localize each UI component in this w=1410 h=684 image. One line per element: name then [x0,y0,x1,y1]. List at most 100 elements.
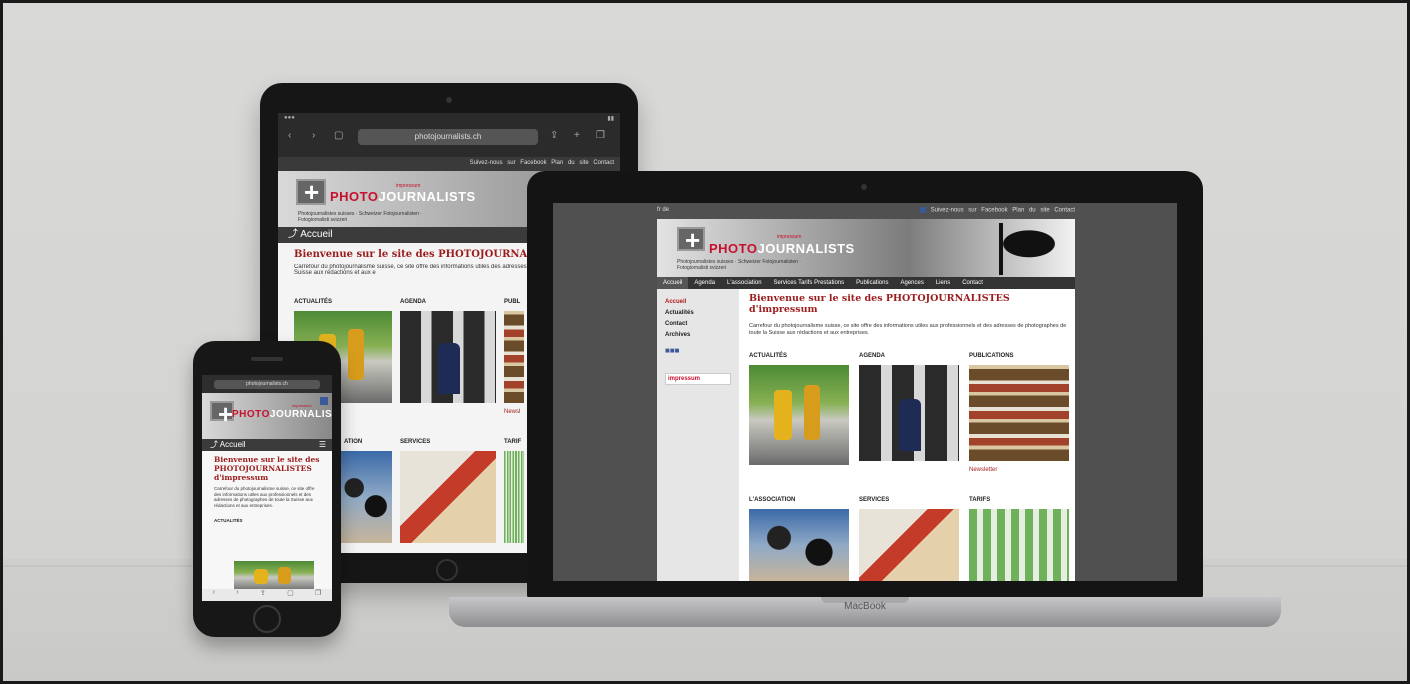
sidebar-impressum-logo[interactable]: impressum [665,373,731,385]
tarifs-photo[interactable] [504,451,524,543]
photographer-silhouette-image [969,223,1069,275]
laptop-section-title: ACTUALITÉS [749,353,787,359]
laptop-camera [861,184,867,190]
forward-icon[interactable]: › [236,589,238,601]
phone-browser-toolbar: ‹ › ⇪ ▢ ❐ [202,589,332,601]
scene-frame: ●●● ▮▮ ‹ › ▢ photojournalists.ch ⇪ + ❐ Su… [0,0,1410,684]
nav-item-accueil[interactable]: Accueil [657,277,689,289]
tablet-section-title: ATION [344,439,363,445]
phone-speaker [251,357,283,361]
bookmarks-icon[interactable]: ▢ [287,589,294,601]
phone-browser-bar: photojournalists.ch [202,375,332,393]
phone-logo[interactable]: PHOTOJOURNALISTS [232,409,332,420]
nav-item-association[interactable]: L'association [721,277,768,289]
tablet-section-title: ACTUALITÉS [294,299,332,305]
association-photo[interactable] [749,509,849,581]
phone-device: photojournalists.ch PHOTOJOURNALISTS imp… [193,341,341,637]
phone-welcome: Bienvenue sur le site des PHOTOJOURNALIS… [214,455,320,482]
phone-home-button[interactable] [253,605,281,633]
tablet-logo-impressum: impressum [396,183,421,189]
top-links[interactable]: Suivez-nous sur Facebook Plan du site Co… [919,207,1075,214]
tablet-camera [446,97,452,103]
nav-item-services[interactable]: Services Tarifs Prestations [768,277,851,289]
logo-cross-icon [296,177,326,208]
services-photo[interactable] [859,509,959,581]
tarifs-photo[interactable] [969,509,1069,581]
laptop-brand-label: MacBook [844,601,886,612]
agenda-photo[interactable] [400,311,496,403]
tablet-status-bar: ●●● ▮▮ [284,115,614,122]
laptop-section-title: TARIFS [969,497,991,503]
tablet-home-button[interactable] [436,559,458,581]
laptop-section-title: AGENDA [859,353,886,359]
tablet-logo[interactable]: PHOTOJOURNALISTS [330,189,476,204]
tabs-icon[interactable]: ❐ [596,130,605,141]
tablet-newsletter-link[interactable]: Newsl [504,409,520,415]
facebook-icon[interactable] [320,397,328,405]
logo-cross-icon [677,225,705,256]
tablet-browser-bar: ●●● ▮▮ ‹ › ▢ photojournalists.ch ⇪ + ❐ [278,113,620,157]
phone-url-field[interactable]: photojournalists.ch [214,380,320,389]
agenda-photo[interactable] [859,365,959,461]
menu-icon[interactable]: ☰ [319,439,326,451]
tablet-section-title: PUBL [504,299,521,305]
tablet-section-title: SERVICES [400,439,431,445]
new-tab-icon[interactable]: + [574,130,580,141]
laptop-site-topbar: fr de Suivez-nous sur Facebook Plan du s… [657,207,1075,219]
nav-item-agences[interactable]: Agences [894,277,929,289]
sidebar-item-contact[interactable]: Contact [665,321,731,327]
share-icon[interactable]: ⇪ [260,589,266,601]
laptop-newsletter-link[interactable]: Newsletter [969,467,997,473]
back-icon[interactable]: ‹ [213,589,215,601]
forward-icon[interactable]: › [312,130,315,141]
tablet-site-topbar[interactable]: Suivez-nous sur Facebook Plan du site Co… [278,157,620,171]
nav-item-publications[interactable]: Publications [850,277,894,289]
phone-logo-impressum: impressum [292,403,312,408]
actualites-photo[interactable] [749,365,849,465]
phone-intro: Carrefour du photojournalisme suisse, ce… [214,486,315,508]
tablet-section-title: TARIF [504,439,522,445]
tabs-icon[interactable]: ❐ [315,589,321,601]
phone-section-title: ACTUALITÉS [214,518,243,523]
laptop-logo[interactable]: PHOTOJOURNALISTS [709,241,855,256]
facebook-icon[interactable] [919,207,926,213]
bookmarks-icon[interactable]: ▢ [334,130,343,141]
home-icon: ⤴ [288,229,301,240]
nav-item-contact[interactable]: Contact [956,277,989,289]
laptop-sidebar: Accueil Actualités Contact Archives ■■■ … [657,289,739,581]
nav-item-liens[interactable]: Liens [930,277,956,289]
laptop-welcome: Bienvenue sur le site des PHOTOJOURNALIS… [749,293,1010,315]
laptop-device: fr de Suivez-nous sur Facebook Plan du s… [527,171,1203,599]
logo-cross-icon [210,399,234,430]
laptop-main-content: Bienvenue sur le site des PHOTOJOURNALIS… [749,293,1069,337]
tablet-tagline: Photojournalistes suisses · Schweizer Fo… [298,211,422,223]
services-photo[interactable] [400,451,496,543]
publications-photo[interactable] [969,365,1069,461]
laptop-base: MacBook [449,597,1281,627]
laptop-section-title: SERVICES [859,497,890,503]
laptop-logo-impressum: impressum [777,234,802,240]
actualites-photo[interactable] [234,561,314,591]
phone-nav[interactable]: ⤴ Accueil ☰ [202,439,332,451]
laptop-section-title: PUBLICATIONS [969,353,1014,359]
sidebar-item-accueil[interactable]: Accueil [665,299,731,305]
association-photo[interactable] [338,451,392,543]
share-icon[interactable]: ⇪ [550,130,558,141]
laptop-tagline: Photojournalistes suisses · Schweizer Fo… [677,259,801,271]
social-icons[interactable]: ■■■ [665,346,731,355]
sidebar-item-actualites[interactable]: Actualités [665,310,731,316]
phone-site-header: PHOTOJOURNALISTS impressum [202,393,332,439]
language-switch[interactable]: fr de [657,207,669,213]
laptop-site-header: PHOTOJOURNALISTS impressum Photojournali… [657,219,1075,277]
back-icon[interactable]: ‹ [288,130,291,141]
sidebar-item-archives[interactable]: Archives [665,332,731,338]
publications-photo[interactable] [504,311,524,403]
laptop-site: PHOTOJOURNALISTS impressum Photojournali… [657,219,1075,581]
laptop-section-title: L'ASSOCIATION [749,497,796,503]
nav-item-agenda[interactable]: Agenda [688,277,721,289]
tablet-url-field[interactable]: photojournalists.ch [358,129,538,145]
phone-screen: photojournalists.ch PHOTOJOURNALISTS imp… [202,375,332,601]
laptop-main-nav: Accueil Agenda L'association Services Ta… [657,277,1075,289]
home-icon: ⤴ [210,440,220,449]
laptop-intro: Carrefour du photojournalisme suisse, ce… [749,323,1067,336]
